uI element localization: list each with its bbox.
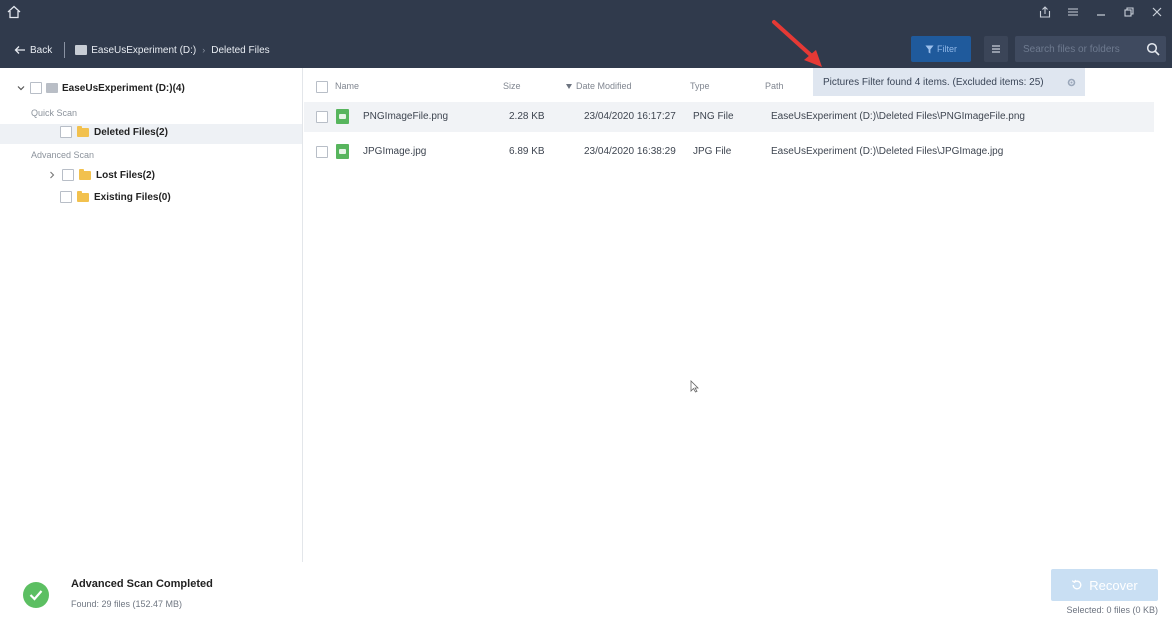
scan-status-title: Advanced Scan Completed bbox=[71, 578, 213, 590]
column-header-path[interactable]: Path bbox=[765, 81, 784, 91]
advanced-scan-label: Advanced Scan bbox=[31, 150, 95, 160]
filter-icon bbox=[925, 44, 934, 54]
file-type: JPG File bbox=[693, 146, 732, 157]
tree-item-existing-files[interactable]: Existing Files(0) bbox=[60, 190, 171, 203]
drive-icon bbox=[75, 45, 88, 55]
column-header-date[interactable]: Date Modified bbox=[566, 81, 632, 91]
checkbox[interactable] bbox=[62, 169, 74, 181]
selection-summary: Selected: 0 files (0 KB) bbox=[1066, 605, 1158, 615]
file-path: EaseUsExperiment (D:)\Deleted Files\PNGI… bbox=[771, 111, 1025, 122]
scan-found-summary: Found: 29 files (152.47 MB) bbox=[71, 599, 183, 609]
chevron-right-icon: › bbox=[202, 45, 206, 55]
file-path: EaseUsExperiment (D:)\Deleted Files\JPGI… bbox=[771, 146, 1004, 157]
restore-icon[interactable] bbox=[1120, 4, 1138, 20]
home-icon[interactable] bbox=[6, 4, 22, 20]
file-size: 2.28 KB bbox=[509, 111, 545, 122]
success-check-icon bbox=[23, 582, 49, 608]
tree-item-lost-files[interactable]: Lost Files(2) bbox=[47, 168, 155, 181]
list-view-icon bbox=[992, 45, 1000, 53]
back-button[interactable]: Back bbox=[14, 45, 52, 56]
window-controls bbox=[1036, 4, 1166, 20]
file-name: JPGImage.jpg bbox=[363, 146, 427, 157]
folder-icon bbox=[77, 190, 89, 202]
minimize-icon[interactable] bbox=[1092, 4, 1110, 20]
file-name: PNGImageFile.png bbox=[363, 111, 449, 122]
tree-item-label: Lost Files(2) bbox=[96, 169, 155, 181]
share-icon[interactable] bbox=[1036, 4, 1054, 20]
back-arrow-icon bbox=[14, 46, 25, 54]
quick-scan-label: Quick Scan bbox=[31, 108, 78, 118]
file-size: 6.89 KB bbox=[509, 146, 545, 157]
search-icon[interactable] bbox=[1146, 42, 1160, 56]
filter-result-banner: Pictures Filter found 4 items. (Excluded… bbox=[813, 68, 1085, 96]
folder-tree-panel: EaseUsExperiment (D:)(4) Quick Scan Dele… bbox=[0, 68, 303, 562]
sort-down-icon bbox=[566, 83, 572, 89]
breadcrumb-bar: Back EaseUsExperiment (D:) › Deleted Fil… bbox=[0, 38, 270, 62]
filter-button[interactable]: Filter bbox=[911, 36, 971, 62]
row-checkbox[interactable] bbox=[316, 111, 328, 123]
column-header-size[interactable]: Size bbox=[503, 81, 521, 91]
folder-icon bbox=[77, 125, 89, 137]
checkbox[interactable] bbox=[60, 126, 72, 138]
recover-label: Recover bbox=[1089, 577, 1138, 593]
divider bbox=[64, 42, 66, 58]
list-view-button[interactable] bbox=[984, 36, 1008, 62]
select-all-checkbox[interactable] bbox=[316, 81, 328, 93]
tree-item-label: Deleted Files(2) bbox=[94, 126, 168, 138]
close-icon[interactable] bbox=[1148, 4, 1166, 20]
drive-icon bbox=[46, 83, 58, 93]
annotation-arrow-icon bbox=[772, 20, 822, 67]
settings-icon[interactable] bbox=[1066, 77, 1077, 88]
file-type: PNG File bbox=[693, 111, 734, 122]
image-file-icon bbox=[336, 109, 349, 124]
column-header-type[interactable]: Type bbox=[690, 81, 710, 91]
tree-root-label: EaseUsExperiment (D:)(4) bbox=[62, 82, 185, 94]
checkbox[interactable] bbox=[30, 82, 42, 94]
menu-icon[interactable] bbox=[1064, 4, 1082, 20]
search-input[interactable] bbox=[1015, 37, 1135, 61]
file-date: 23/04/2020 16:17:27 bbox=[584, 111, 676, 122]
tree-root-drive[interactable]: EaseUsExperiment (D:)(4) bbox=[16, 82, 185, 94]
chevron-down-icon[interactable] bbox=[16, 83, 26, 93]
recover-button[interactable]: Recover bbox=[1051, 569, 1158, 601]
chevron-right-icon[interactable] bbox=[47, 170, 57, 180]
checkbox[interactable] bbox=[60, 191, 72, 203]
table-row[interactable]: PNGImageFile.png 2.28 KB 23/04/2020 16:1… bbox=[304, 102, 1154, 132]
image-file-icon bbox=[336, 144, 349, 159]
breadcrumb-drive-label: EaseUsExperiment (D:) bbox=[91, 44, 197, 56]
breadcrumb-drive[interactable]: EaseUsExperiment (D:) bbox=[75, 45, 196, 56]
tree-item-label: Existing Files(0) bbox=[94, 191, 171, 203]
filter-result-text: Pictures Filter found 4 items. (Excluded… bbox=[823, 76, 1044, 88]
recover-icon bbox=[1072, 579, 1082, 590]
title-bar: Back EaseUsExperiment (D:) › Deleted Fil… bbox=[0, 0, 1172, 68]
table-row[interactable]: JPGImage.jpg 6.89 KB 23/04/2020 16:38:29… bbox=[304, 137, 1154, 167]
mouse-cursor-icon bbox=[690, 380, 699, 393]
breadcrumb-folder[interactable]: Deleted Files bbox=[211, 45, 269, 56]
column-header-date-label: Date Modified bbox=[576, 81, 632, 91]
filter-label: Filter bbox=[937, 44, 957, 54]
row-checkbox[interactable] bbox=[316, 146, 328, 158]
search-box bbox=[1015, 36, 1166, 62]
tree-item-deleted-files[interactable]: Deleted Files(2) bbox=[60, 125, 168, 138]
file-date: 23/04/2020 16:38:29 bbox=[584, 146, 676, 157]
column-header-name[interactable]: Name bbox=[335, 81, 359, 91]
folder-icon bbox=[79, 168, 91, 180]
back-label: Back bbox=[30, 44, 53, 56]
